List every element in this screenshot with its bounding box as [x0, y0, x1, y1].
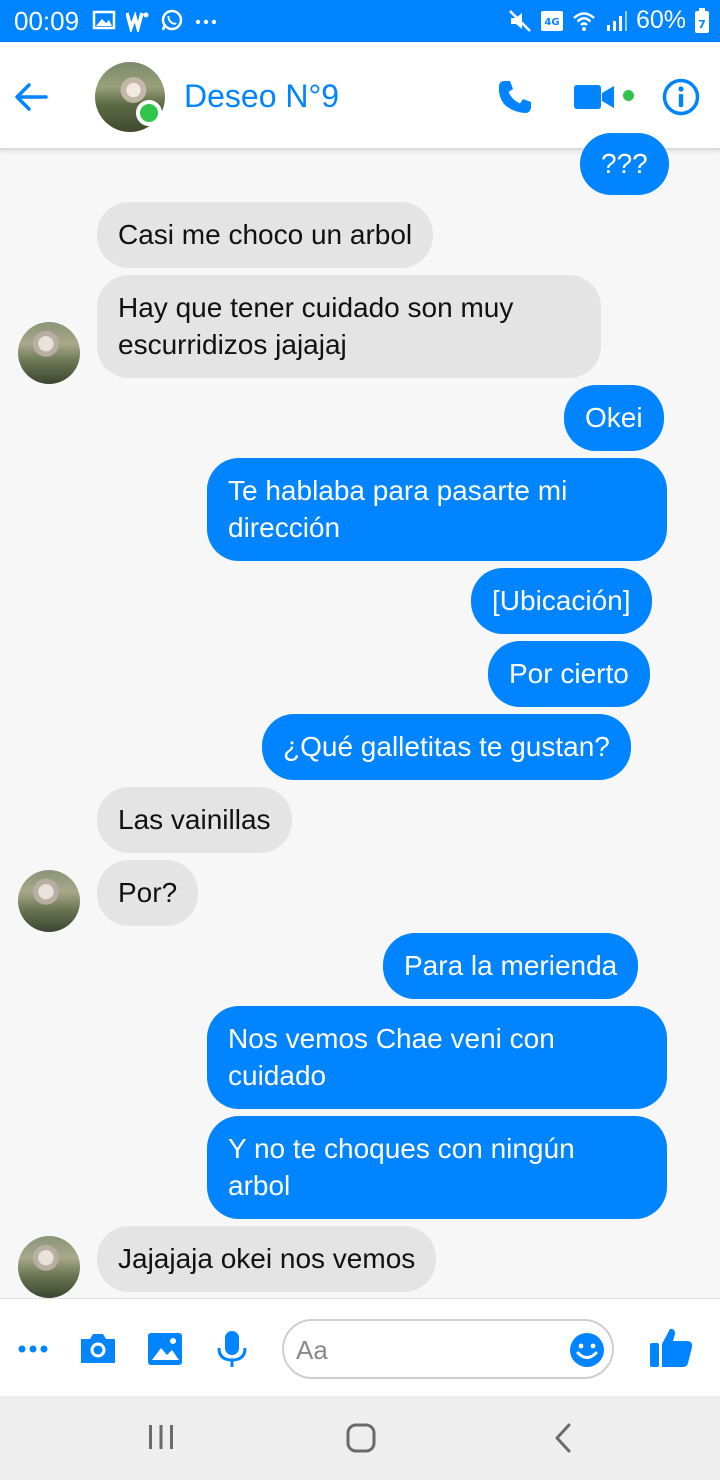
message-text: ???	[601, 148, 648, 179]
message-text: [Ubicación]	[492, 585, 631, 616]
message-text-line: arbol	[228, 1170, 291, 1201]
message-bubble-sent[interactable]: Para la merienda	[383, 933, 639, 999]
recent-apps-icon[interactable]	[146, 1422, 176, 1452]
system-icons: 4G 60% 7	[508, 6, 710, 35]
message-text: ¿Qué galletitas te gustan?	[283, 731, 610, 762]
like-icon[interactable]	[648, 1325, 694, 1369]
contact-name[interactable]: Deseo N°9	[184, 78, 339, 115]
volte-icon: 4G	[540, 10, 563, 31]
message-bubble-received[interactable]: Por?	[97, 860, 199, 926]
sender-avatar[interactable]	[18, 870, 80, 932]
message-bubble-sent[interactable]: Te hablaba para pasarte mi dirección	[207, 458, 667, 561]
message-text-line: dirección	[228, 512, 341, 543]
message-bubble-sent[interactable]: ¿Qué galletitas te gustan?	[262, 714, 631, 780]
online-status-dot	[136, 100, 162, 126]
battery-icon: 7	[695, 7, 709, 33]
message-bubble-sent[interactable]: Nos vemos Chae veni con cuidado	[207, 1006, 667, 1109]
message-text-line: Nos vemos Chae veni con	[228, 1023, 555, 1054]
svg-text:4G: 4G	[544, 17, 559, 28]
status-bar: 00:09 4G 60% 7	[0, 0, 720, 42]
battery-percent: 60%	[635, 6, 686, 34]
more-notifications-icon	[195, 19, 217, 25]
message-text-line: Y no te choques con ningún	[228, 1133, 575, 1164]
phone-call-icon[interactable]	[496, 78, 534, 116]
message-bubble-sent[interactable]: Y no te choques con ningún arbol	[207, 1116, 667, 1219]
message-text-line: Te hablaba para pasarte mi	[228, 475, 568, 506]
message-text-line: Hay que tener cuidado son muy	[118, 292, 514, 323]
wifi-icon	[573, 11, 595, 31]
video-call-icon[interactable]	[574, 83, 614, 111]
message-bubble-received[interactable]: Jajajaja okei nos vemos	[97, 1226, 437, 1292]
microphone-icon[interactable]	[212, 1329, 252, 1369]
message-text: Casi me choco un arbol	[118, 219, 413, 250]
back-nav-icon[interactable]	[550, 1422, 576, 1454]
message-bubble-received[interactable]: Hay que tener cuidado son muy escurridiz…	[97, 275, 601, 378]
message-text: Por?	[118, 877, 178, 908]
message-bubble-received[interactable]: Las vainillas	[97, 787, 292, 853]
message-composer: Aa	[0, 1298, 720, 1396]
signal-icon	[606, 10, 627, 31]
more-icon[interactable]	[14, 1329, 54, 1369]
svg-text:7: 7	[698, 18, 706, 31]
message-text: Okei	[585, 402, 643, 433]
sender-avatar[interactable]	[18, 322, 80, 384]
message-bubble-sent[interactable]: Por cierto	[488, 641, 650, 707]
info-icon[interactable]	[662, 78, 700, 116]
camera-icon[interactable]	[78, 1329, 118, 1369]
message-bubble-sent[interactable]: ???	[580, 133, 669, 195]
gallery-icon[interactable]	[145, 1329, 185, 1369]
message-bubble-received[interactable]: Casi me choco un arbol	[97, 202, 434, 268]
message-text-line: escurridizos jajajaj	[118, 329, 347, 360]
video-available-dot	[623, 90, 634, 101]
status-time: 00:09	[14, 6, 80, 36]
message-text: Para la merienda	[404, 950, 618, 981]
message-bubble-sent[interactable]: Okei	[564, 385, 664, 451]
system-navigation-bar	[0, 1396, 720, 1480]
message-text: Por cierto	[509, 658, 629, 689]
message-text-line: cuidado	[228, 1060, 327, 1091]
w-app-icon	[126, 11, 149, 32]
back-arrow-icon[interactable]	[12, 78, 50, 116]
notification-icons	[92, 8, 218, 32]
message-input[interactable]: Aa	[282, 1319, 614, 1379]
message-text: Las vainillas	[118, 804, 271, 835]
mute-icon	[509, 9, 531, 32]
message-text: Jajajaja okei nos vemos	[118, 1243, 416, 1274]
whatsapp-icon	[161, 9, 183, 31]
sender-avatar[interactable]	[18, 1236, 80, 1298]
home-icon[interactable]	[345, 1422, 377, 1454]
message-input-placeholder: Aa	[296, 1335, 328, 1365]
location-message-bubble[interactable]: [Ubicación]	[471, 568, 652, 634]
image-notification-icon	[92, 10, 116, 30]
emoji-icon[interactable]	[568, 1331, 606, 1369]
